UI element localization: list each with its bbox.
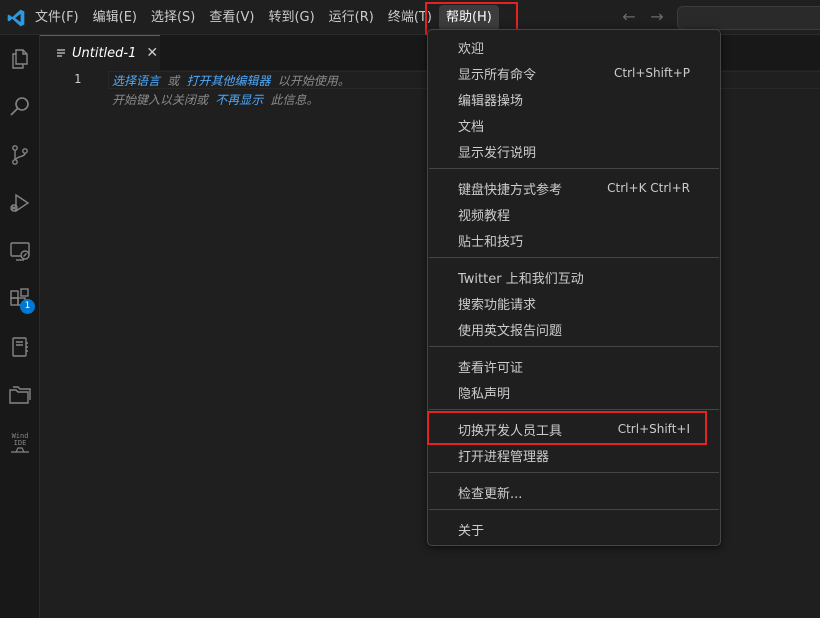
menu-file[interactable]: 文件(F) [28,5,86,31]
hint-prefix: 开始键入以关闭或 [112,93,216,107]
help-dropdown-menu: 欢迎 显示所有命令 Ctrl+Shift+P 编辑器操场 文档 显示发行说明 键… [427,29,721,546]
menu-item-shortcut: Ctrl+Shift+P [614,66,690,80]
menu-item-label: 检查更新... [458,486,523,502]
menu-item-video-tutorials[interactable]: 视频教程 [432,201,716,227]
file-lines-icon [57,49,65,57]
tab-untitled-1[interactable]: Untitled-1 ✕ [40,35,160,70]
menu-separator [429,509,719,510]
menu-item-label: 编辑器操场 [458,93,524,109]
arrow-right-icon[interactable]: → [648,8,666,26]
hint-separator: 或 [160,74,187,88]
menu-item-tips-and-tricks[interactable]: 贴士和技巧 [432,227,716,253]
menu-item-check-for-updates[interactable]: 检查更新... [432,479,716,505]
menu-go[interactable]: 转到(G) [261,5,321,31]
command-center-search[interactable] [677,6,820,30]
menu-item-label: Twitter 上和我们互动 [458,271,584,287]
menu-help[interactable]: 帮助(H) [438,4,499,31]
wind-ide-label-bottom: IDE [13,439,27,447]
menu-separator [429,409,719,410]
vscode-logo-icon [7,9,25,27]
menu-item-label: 显示所有命令 [458,67,537,83]
menu-item-label: 关于 [458,523,485,539]
select-language-link[interactable]: 选择语言 [112,74,160,88]
menu-item-label: 欢迎 [458,41,485,57]
editor-hint-line-1: 选择语言 或 打开其他编辑器 以开始使用。 [112,72,350,89]
menu-item-editor-playground[interactable]: 编辑器操场 [432,86,716,112]
explorer-icon[interactable] [4,43,36,75]
close-icon[interactable]: ✕ [146,45,158,61]
menu-separator [429,257,719,258]
tab-label: Untitled-1 [72,45,137,61]
menu-edit[interactable]: 编辑(E) [86,5,144,31]
menu-item-open-process-explorer[interactable]: 打开进程管理器 [432,442,716,468]
menu-item-shortcut: Ctrl+Shift+I [617,422,690,436]
menu-item-show-all-commands[interactable]: 显示所有命令 Ctrl+Shift+P [432,60,716,86]
menu-terminal[interactable]: 终端(T) [381,5,439,31]
folders-icon[interactable] [4,379,36,411]
menu-item-toggle-developer-tools[interactable]: 切换开发人员工具 Ctrl+Shift+I [432,416,716,442]
menu-item-label: 文档 [458,119,485,135]
source-control-icon[interactable] [4,139,36,171]
dont-show-again-link[interactable]: 不再显示 [215,93,263,107]
extensions-badge: 1 [20,299,35,314]
menu-item-label: 切换开发人员工具 [458,423,563,439]
search-icon[interactable] [4,91,36,123]
menu-separator [429,168,719,169]
run-debug-icon[interactable] [4,187,36,219]
menu-item-label: 打开进程管理器 [458,449,550,465]
menu-view[interactable]: 查看(V) [202,5,261,31]
menu-item-label: 查看许可证 [458,360,524,376]
line-number: 1 [74,72,82,86]
notebook-icon[interactable] [4,331,36,363]
menu-item-keyboard-shortcuts-reference[interactable]: 键盘快捷方式参考 Ctrl+K Ctrl+R [432,175,716,201]
menu-item-label: 隐私声明 [458,386,511,402]
editor-hint-line-2: 开始键入以关闭或 不再显示 此信息。 [112,91,318,108]
menu-item-about[interactable]: 关于 [432,516,716,542]
arrow-left-icon[interactable]: ← [620,8,638,26]
navigation-arrows: ← → [620,8,666,26]
menu-item-label: 键盘快捷方式参考 [458,182,563,198]
menu-run[interactable]: 运行(R) [322,5,381,31]
menu-item-documentation[interactable]: 文档 [432,112,716,138]
menu-item-twitter[interactable]: Twitter 上和我们互动 [432,264,716,290]
menu-item-label: 视频教程 [458,208,511,224]
open-other-editor-link[interactable]: 打开其他编辑器 [186,74,270,88]
menu-selection[interactable]: 选择(S) [144,5,202,31]
wind-ide-icon[interactable]: Wind IDE [4,427,36,459]
extensions-icon[interactable]: 1 [4,283,36,315]
menu-item-privacy-statement[interactable]: 隐私声明 [432,379,716,405]
hint-suffix-2: 此信息。 [263,93,319,107]
menu-item-label: 使用英文报告问题 [458,323,563,339]
activity-bar: 1 Wind IDE [0,35,40,618]
menu-item-label: 显示发行说明 [458,145,537,161]
menu-item-report-issue[interactable]: 使用英文报告问题 [432,316,716,342]
menu-item-label: 搜索功能请求 [458,297,537,313]
menu-item-release-notes[interactable]: 显示发行说明 [432,138,716,164]
menu-item-search-feature-requests[interactable]: 搜索功能请求 [432,290,716,316]
menu-separator [429,472,719,473]
hint-suffix: 以开始使用。 [270,74,350,88]
menu-item-label: 贴士和技巧 [458,234,524,250]
menu-item-view-license[interactable]: 查看许可证 [432,353,716,379]
menu-item-welcome[interactable]: 欢迎 [432,34,716,60]
menu-separator [429,346,719,347]
remote-explorer-icon[interactable] [4,235,36,267]
menu-item-shortcut: Ctrl+K Ctrl+R [607,181,690,195]
